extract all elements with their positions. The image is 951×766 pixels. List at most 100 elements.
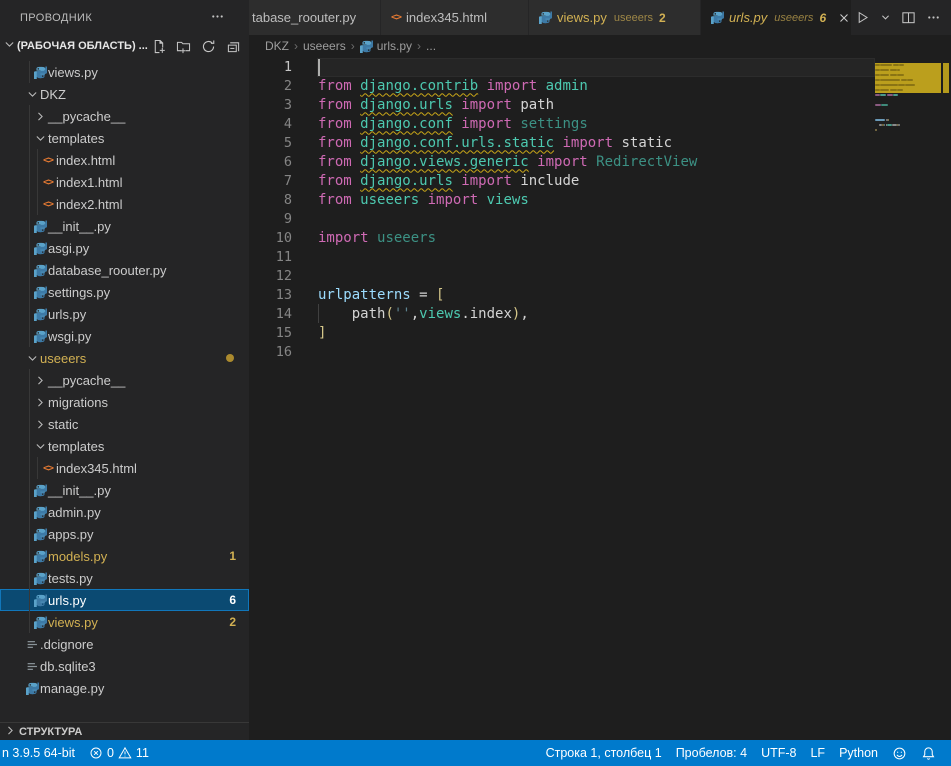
error-icon [89, 746, 103, 760]
tree-item-wsgi-py[interactable]: wsgi.py [0, 325, 249, 347]
code-line-15: 15] [249, 323, 951, 342]
breadcrumb-separator: › [292, 39, 300, 53]
line-number: 6 [249, 154, 292, 170]
code-line-8: 8from useeers import views [249, 190, 951, 209]
editor-more-button[interactable] [923, 6, 944, 30]
file-label: index2.html [56, 197, 122, 212]
language-status[interactable]: Python [832, 740, 885, 766]
breadcrumb-item[interactable]: ... [426, 39, 436, 53]
file-label: __init__.py [48, 219, 111, 234]
overview-ruler[interactable] [941, 58, 951, 740]
file-label: views.py [48, 615, 98, 630]
tree-item-models-py[interactable]: models.py 1 [0, 545, 249, 567]
tree-item-urls-py[interactable]: urls.py [0, 303, 249, 325]
notifications-status[interactable] [914, 740, 943, 766]
structure-section-label: СТРУКТУРА [19, 726, 82, 738]
chevron-down-icon [33, 435, 47, 457]
tree-item-views-py[interactable]: views.py [0, 61, 249, 83]
editor-actions [852, 0, 951, 35]
tree-item-templates[interactable]: templates [0, 435, 249, 457]
tree-item-migrations[interactable]: migrations [0, 391, 249, 413]
tree-item--pycache-[interactable]: __pycache__ [0, 105, 249, 127]
python-file-icon [539, 11, 552, 24]
file-label: static [48, 417, 78, 432]
tree-item-templates[interactable]: templates [0, 127, 249, 149]
file-label: templates [48, 439, 104, 454]
structure-section-header[interactable]: СТРУКТУРА [0, 722, 249, 740]
tree-item-useeers[interactable]: useeers [0, 347, 249, 369]
split-editor-button[interactable] [898, 6, 919, 30]
tree-item-manage-py[interactable]: manage.py [0, 677, 249, 699]
refresh-button[interactable] [200, 38, 216, 54]
python-version-status[interactable]: n 3.9.5 64-bit [0, 740, 82, 766]
eol-status[interactable]: LF [803, 740, 832, 766]
tab-views-py[interactable]: views.pyuseeers2 [529, 0, 701, 35]
file-label: admin.py [48, 505, 101, 520]
run-button[interactable] [852, 6, 873, 30]
explorer-more-icon[interactable] [210, 9, 225, 27]
tab-dir-label: useeers [774, 12, 813, 24]
problems-status[interactable]: 011 [82, 740, 156, 766]
tree-item-index2-html[interactable]: <>index2.html [0, 193, 249, 215]
breadcrumb-item[interactable]: DKZ [265, 39, 289, 53]
editor-group: tabase_roouter.py<>index345.htmlviews.py… [249, 0, 951, 740]
python-file-icon [33, 259, 47, 281]
file-label: db.sqlite3 [40, 659, 96, 674]
tree-item-settings-py[interactable]: settings.py [0, 281, 249, 303]
tree-item-DKZ[interactable]: DKZ [0, 83, 249, 105]
tree-item-database-roouter-py[interactable]: database_roouter.py [0, 259, 249, 281]
tree-item--dcignore[interactable]: .dcignore [0, 633, 249, 655]
tab-close-icon[interactable] [837, 10, 851, 26]
workspace-section-header[interactable]: (РАБОЧАЯ ОБЛАСТЬ) ... [0, 35, 249, 57]
minimap[interactable] [875, 58, 941, 740]
tree-item-urls-py[interactable]: urls.py6 [0, 589, 249, 611]
bell-icon [921, 746, 936, 761]
python-file-icon [33, 479, 47, 501]
encoding-status[interactable]: UTF-8 [754, 740, 803, 766]
tree-item-asgi-py[interactable]: asgi.py [0, 237, 249, 259]
code-line-7: 7from django.urls import include [249, 171, 951, 190]
line-number: 2 [249, 78, 292, 94]
tree-item-views-py[interactable]: views.py2 [0, 611, 249, 633]
python-file-icon [33, 61, 47, 83]
python-file-icon [33, 523, 47, 545]
new-folder-button[interactable] [175, 38, 191, 54]
breadcrumb-item[interactable]: urls.py [360, 39, 412, 53]
tab-index345-html[interactable]: <>index345.html [381, 0, 529, 35]
tree-item--pycache-[interactable]: __pycache__ [0, 369, 249, 391]
html-file-icon: <> [41, 193, 55, 215]
explorer-sidebar: ПРОВОДНИК (РАБОЧАЯ ОБЛАСТЬ) ... views.py… [0, 0, 249, 740]
line-number: 7 [249, 173, 292, 189]
tree-item-index345-html[interactable]: <>index345.html [0, 457, 249, 479]
collapse-all-button[interactable] [225, 38, 241, 54]
tree-item--init-py[interactable]: __init__.py [0, 479, 249, 501]
file-label: index1.html [56, 175, 122, 190]
tab-urls-py[interactable]: urls.pyuseeers6 [701, 0, 852, 35]
warning-count: 11 [136, 746, 149, 760]
feedback-status[interactable] [885, 740, 914, 766]
file-label: models.py [48, 549, 107, 564]
indentation-status[interactable]: Пробелов: 4 [669, 740, 754, 766]
new-file-button[interactable] [150, 38, 166, 54]
code-editor[interactable]: 12from django.contrib import admin3from … [249, 57, 951, 740]
python-file-icon [33, 501, 47, 523]
tree-item-tests-py[interactable]: tests.py [0, 567, 249, 589]
tree-item-index-html[interactable]: <>index.html [0, 149, 249, 171]
file-label: index345.html [56, 461, 137, 476]
breadcrumb-item[interactable]: useeers [303, 39, 346, 53]
tree-item-static[interactable]: static [0, 413, 249, 435]
file-label: manage.py [40, 681, 104, 696]
file-label: templates [48, 131, 104, 146]
tab-tabase-roouter-py[interactable]: tabase_roouter.py [249, 0, 381, 35]
python-file-icon [33, 589, 47, 611]
cursor-position-status[interactable]: Строка 1, столбец 1 [539, 740, 669, 766]
tree-item-index1-html[interactable]: <>index1.html [0, 171, 249, 193]
tree-item--init-py[interactable]: __init__.py [0, 215, 249, 237]
code-line-4: 4from django.conf import settings [249, 114, 951, 133]
problems-badge: 1 [229, 549, 236, 563]
file-label: urls.py [48, 593, 86, 608]
tree-item-admin-py[interactable]: admin.py [0, 501, 249, 523]
tree-item-apps-py[interactable]: apps.py [0, 523, 249, 545]
tree-item-db-sqlite3[interactable]: db.sqlite3 [0, 655, 249, 677]
run-dropdown[interactable] [877, 6, 894, 30]
